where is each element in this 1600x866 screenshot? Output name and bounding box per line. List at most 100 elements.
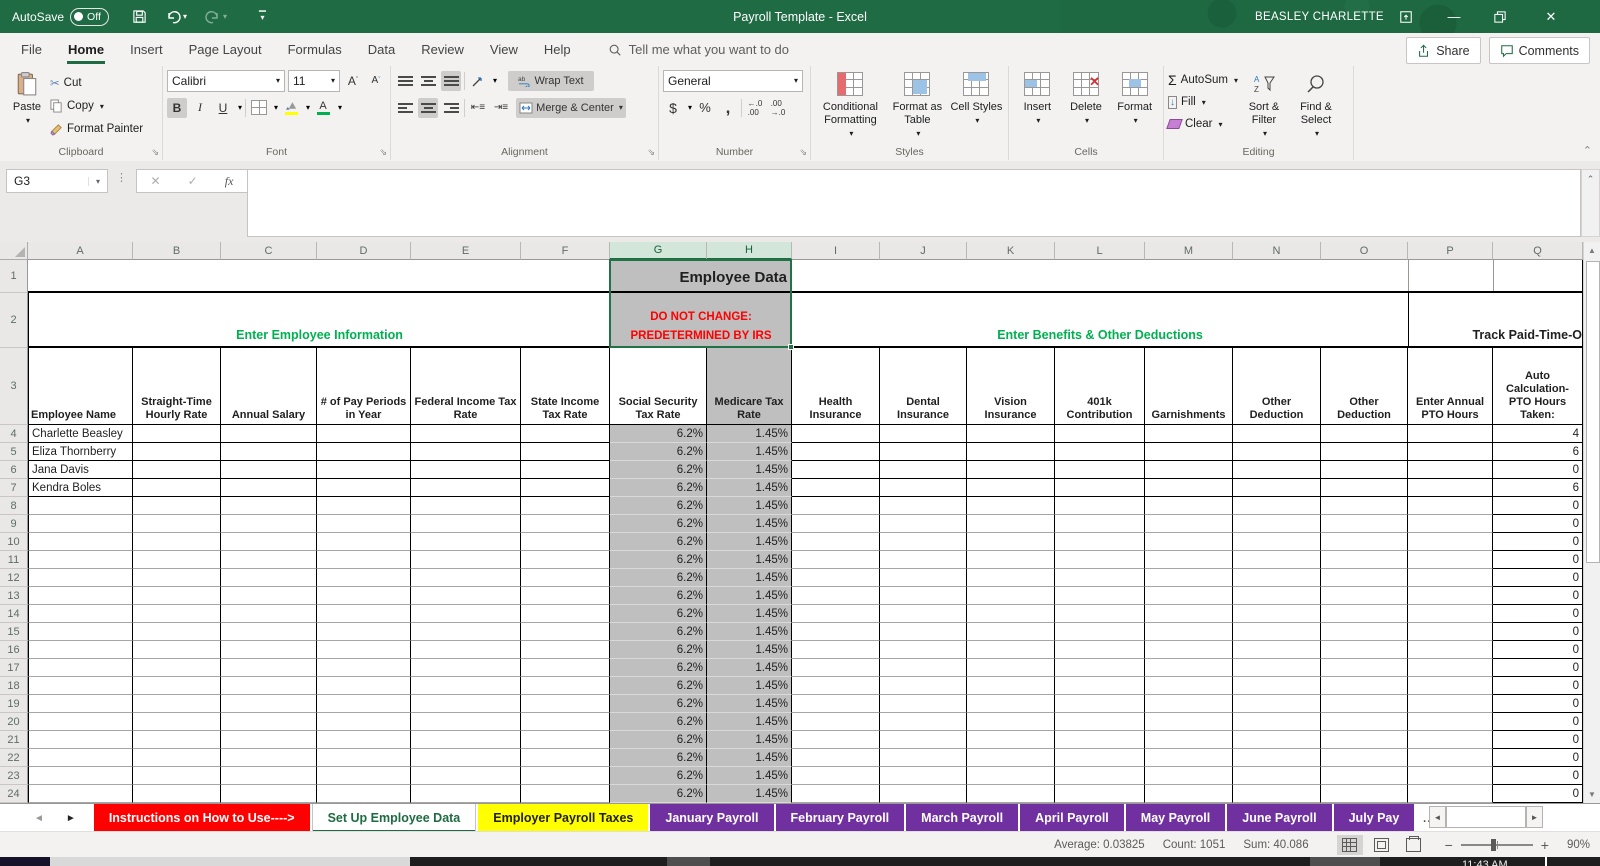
cell-I8[interactable] <box>792 497 880 515</box>
cell-M22[interactable] <box>1145 749 1233 767</box>
orientation-dropdown-arrow[interactable]: ▾ <box>493 76 497 85</box>
clear-button[interactable]: Clear▾ <box>1168 113 1238 135</box>
cell-M5[interactable] <box>1145 443 1233 461</box>
cell-H23[interactable]: 1.45% <box>707 767 792 785</box>
ribbon-display-options-button[interactable] <box>1383 0 1429 33</box>
cell-J7[interactable] <box>880 479 967 497</box>
wrap-text-button[interactable]: ab Wrap Text <box>508 71 594 91</box>
cell-E20[interactable] <box>411 713 521 731</box>
cell-N4[interactable] <box>1233 425 1321 443</box>
cell-P20[interactable] <box>1408 713 1493 731</box>
cell-G5[interactable]: 6.2% <box>610 443 707 461</box>
italic-button[interactable]: I <box>190 98 210 118</box>
sheet-tab-instructions-on-how-to-use-[interactable]: Instructions on How to Use----> <box>94 804 310 832</box>
cell-D6[interactable] <box>317 461 411 479</box>
cell-N9[interactable] <box>1233 515 1321 533</box>
cell-I7[interactable] <box>792 479 880 497</box>
cell-F12[interactable] <box>521 569 610 587</box>
column-header-J[interactable]: J <box>880 242 967 260</box>
cell-N15[interactable] <box>1233 623 1321 641</box>
cell-L22[interactable] <box>1055 749 1145 767</box>
cell-L11[interactable] <box>1055 551 1145 569</box>
cell-D13[interactable] <box>317 587 411 605</box>
cell-J8[interactable] <box>880 497 967 515</box>
cell-C15[interactable] <box>221 623 317 641</box>
cell-E12[interactable] <box>411 569 521 587</box>
find-select-button[interactable]: Find & Select▾ <box>1290 69 1342 141</box>
cell-J17[interactable] <box>880 659 967 677</box>
font-dialog-launcher[interactable]: ⇘ <box>379 147 387 158</box>
cell-Q20[interactable]: 0 <box>1493 713 1583 731</box>
cell-H22[interactable]: 1.45% <box>707 749 792 767</box>
cell-H5[interactable]: 1.45% <box>707 443 792 461</box>
cell-D7[interactable] <box>317 479 411 497</box>
cell-I13[interactable] <box>792 587 880 605</box>
cell-O6[interactable] <box>1321 461 1408 479</box>
ribbon-tab-insert[interactable]: Insert <box>117 33 176 66</box>
cell-I12[interactable] <box>792 569 880 587</box>
cell-O4[interactable] <box>1321 425 1408 443</box>
cell-Q15[interactable]: 0 <box>1493 623 1583 641</box>
sheet-tab-employer-payroll-taxes[interactable]: Employer Payroll Taxes <box>478 804 648 832</box>
ribbon-tab-file[interactable]: File <box>8 33 55 66</box>
cell-M15[interactable] <box>1145 623 1233 641</box>
cell-B9[interactable] <box>133 515 221 533</box>
cell-M21[interactable] <box>1145 731 1233 749</box>
underline-dropdown-arrow[interactable]: ▾ <box>238 103 242 112</box>
cell-N22[interactable] <box>1233 749 1321 767</box>
cell-J6[interactable] <box>880 461 967 479</box>
cell-M6[interactable] <box>1145 461 1233 479</box>
cell-O18[interactable] <box>1321 677 1408 695</box>
cell-G8[interactable]: 6.2% <box>610 497 707 515</box>
cell-J12[interactable] <box>880 569 967 587</box>
accounting-format-button[interactable]: $ <box>663 98 683 118</box>
cell-L15[interactable] <box>1055 623 1145 641</box>
cell-C23[interactable] <box>221 767 317 785</box>
cell-K11[interactable] <box>967 551 1055 569</box>
cell-A17[interactable] <box>28 659 133 677</box>
row-header-24[interactable]: 24 <box>0 785 28 803</box>
cell-D11[interactable] <box>317 551 411 569</box>
cell-A23[interactable] <box>28 767 133 785</box>
cell-G22[interactable]: 6.2% <box>610 749 707 767</box>
format-painter-button[interactable]: Format Painter <box>50 118 143 140</box>
cell-E19[interactable] <box>411 695 521 713</box>
scroll-down-arrow[interactable]: ▼ <box>1584 786 1600 803</box>
cell-E10[interactable] <box>411 533 521 551</box>
cell-A12[interactable] <box>28 569 133 587</box>
cell-B17[interactable] <box>133 659 221 677</box>
cell-F6[interactable] <box>521 461 610 479</box>
cell-Q24[interactable]: 0 <box>1493 785 1583 803</box>
row-header-21[interactable]: 21 <box>0 731 28 749</box>
cell-J24[interactable] <box>880 785 967 803</box>
cell-N20[interactable] <box>1233 713 1321 731</box>
cell-N23[interactable] <box>1233 767 1321 785</box>
cell-I14[interactable] <box>792 605 880 623</box>
cell-H4[interactable]: 1.45% <box>707 425 792 443</box>
cell-O9[interactable] <box>1321 515 1408 533</box>
cell-F23[interactable] <box>521 767 610 785</box>
cell-J10[interactable] <box>880 533 967 551</box>
row-header-17[interactable]: 17 <box>0 659 28 677</box>
cell-M14[interactable] <box>1145 605 1233 623</box>
cell-E17[interactable] <box>411 659 521 677</box>
cell-E18[interactable] <box>411 677 521 695</box>
sort-filter-button[interactable]: AZ Sort & Filter▾ <box>1238 69 1290 141</box>
normal-view-button[interactable] <box>1337 835 1363 855</box>
cell-H7[interactable]: 1.45% <box>707 479 792 497</box>
cell-H6[interactable]: 1.45% <box>707 461 792 479</box>
cell-G17[interactable]: 6.2% <box>610 659 707 677</box>
cell-G20[interactable]: 6.2% <box>610 713 707 731</box>
cell-O15[interactable] <box>1321 623 1408 641</box>
delete-cells-button[interactable]: Delete▾ <box>1062 69 1111 141</box>
cell-P7[interactable] <box>1408 479 1493 497</box>
cell-F4[interactable] <box>521 425 610 443</box>
save-button[interactable] <box>132 0 147 33</box>
cell-O12[interactable] <box>1321 569 1408 587</box>
cell-C18[interactable] <box>221 677 317 695</box>
cell-D5[interactable] <box>317 443 411 461</box>
cell-M4[interactable] <box>1145 425 1233 443</box>
cell-N12[interactable] <box>1233 569 1321 587</box>
cell-I6[interactable] <box>792 461 880 479</box>
formula-input[interactable] <box>247 169 1581 237</box>
